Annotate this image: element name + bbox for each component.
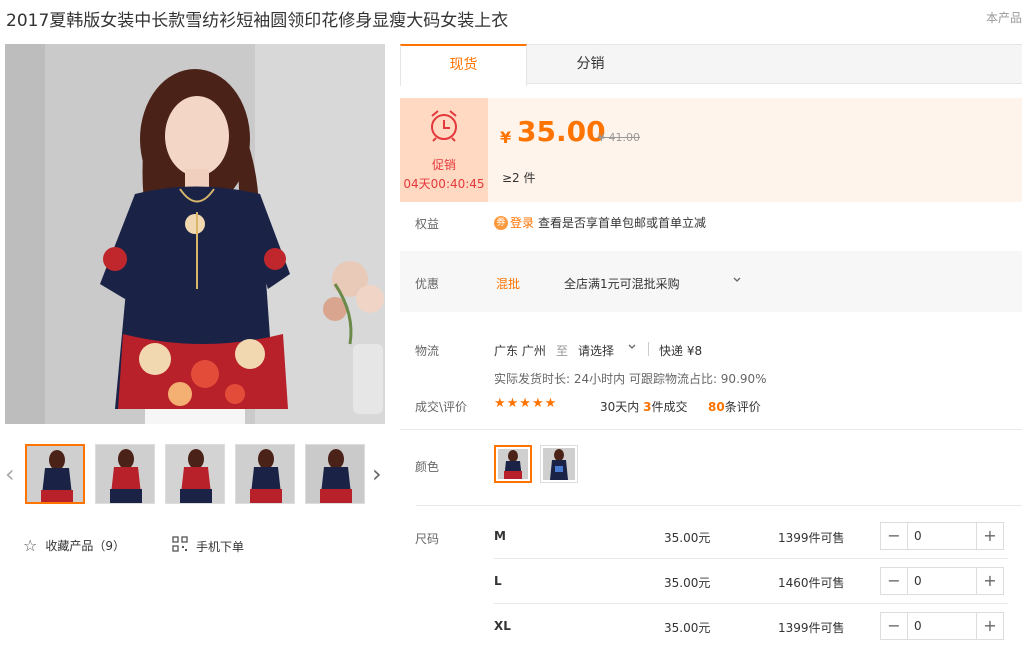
quantity-input[interactable]: [907, 568, 977, 594]
thumbnail-image: [96, 445, 154, 503]
review-suffix: 条评价: [724, 400, 761, 414]
logistics-meta: 实际发货时长: 24小时内 可跟踪物流占比: 90.90%: [494, 372, 767, 386]
plus-button[interactable]: +: [977, 613, 1003, 639]
thumbnail-1[interactable]: [25, 444, 85, 504]
quantity-stepper: − +: [880, 612, 1004, 640]
size-stock: 1399件可售: [778, 621, 845, 635]
main-product-image[interactable]: [5, 44, 385, 424]
benefits-label: 权益: [415, 217, 440, 231]
deals-suffix: 件成交: [651, 400, 688, 414]
qr-code-icon: [172, 536, 188, 556]
minus-button[interactable]: −: [881, 523, 907, 549]
minimum-quantity: ≥2 件: [502, 171, 536, 185]
color-swatch-2[interactable]: [540, 445, 578, 483]
thumbnail-image: [306, 445, 364, 503]
thumbnail-2[interactable]: [95, 444, 155, 504]
logistics-separator: [648, 342, 649, 356]
review-count[interactable]: 80条评价: [708, 398, 761, 415]
rating-stars: ★★★★★: [494, 396, 558, 411]
size-name: L: [494, 574, 502, 588]
size-stock: 1460件可售: [778, 576, 845, 590]
chevron-down-icon[interactable]: [732, 274, 742, 288]
shipping-fee: 快递 ¥8: [659, 344, 703, 358]
quantity-input[interactable]: [907, 523, 977, 549]
quantity-input[interactable]: [907, 613, 977, 639]
deals-prefix: 30天内: [600, 400, 640, 414]
product-title: 2017夏韩版女装中长款雪纺衫短袖圆领印花修身显瘦大码女装上衣: [6, 11, 509, 31]
thumbnail-image: [27, 446, 83, 502]
tab-distribution[interactable]: 分销: [527, 44, 654, 85]
swatch-image: [498, 449, 528, 479]
chevron-down-icon[interactable]: [627, 341, 637, 355]
currency-symbol: ¥: [500, 128, 512, 147]
review-number: 80: [708, 400, 725, 414]
plus-button[interactable]: +: [977, 568, 1003, 594]
star-outline-icon: ☆: [23, 536, 38, 555]
prev-arrow-icon[interactable]: ‹: [5, 459, 19, 489]
benefit-row: 券 登录 查看是否享首单包邮或首单立减: [494, 214, 706, 231]
coupon-icon: 券: [494, 215, 508, 230]
size-row: L 35.00元 1460件可售 − +: [494, 559, 1008, 604]
thumbnail-3[interactable]: [165, 444, 225, 504]
thumbnail-5[interactable]: [305, 444, 365, 504]
promo-box: 促销 04天00:40:45: [400, 98, 488, 202]
purchase-tabs: 现货 分销: [400, 44, 1022, 86]
minus-button[interactable]: −: [881, 568, 907, 594]
color-swatch-1[interactable]: [494, 445, 532, 483]
minus-button[interactable]: −: [881, 613, 907, 639]
current-price: 35.00: [517, 115, 606, 148]
favorite-button[interactable]: ☆ 收藏产品（9）: [23, 536, 125, 555]
benefit-text: 查看是否享首单包邮或首单立减: [538, 216, 707, 230]
size-stock: 1399件可售: [778, 531, 845, 545]
discount-label: 优惠: [415, 277, 440, 291]
size-row: XL 35.00元 1399件可售 − +: [494, 604, 1008, 649]
favorite-label: 收藏产品（9）: [45, 539, 125, 553]
size-name: M: [494, 529, 506, 543]
tab-spot[interactable]: 现货: [400, 44, 527, 86]
logistics-origin: 广东 广州: [494, 344, 546, 358]
destination-select[interactable]: 请选择: [578, 342, 614, 359]
plus-button[interactable]: +: [977, 523, 1003, 549]
thumbnail-image: [236, 445, 294, 503]
promo-countdown: 04天00:40:45: [403, 177, 485, 191]
login-link[interactable]: 登录: [510, 214, 534, 231]
next-arrow-icon[interactable]: ›: [372, 459, 386, 489]
divider: [416, 505, 1022, 506]
size-price: 35.00元: [664, 531, 711, 545]
discount-band: [400, 251, 1022, 312]
promo-label: 促销: [431, 158, 456, 172]
color-label: 颜色: [415, 460, 440, 474]
model-illustration: [5, 44, 385, 424]
size-price: 35.00元: [664, 576, 711, 590]
mobile-order-label: 手机下单: [196, 539, 245, 554]
thumbnail-strip: ‹ ›: [5, 443, 390, 507]
original-price: ¥ 41.00: [598, 131, 640, 144]
quantity-stepper: − +: [880, 522, 1004, 550]
mixed-batch-tag: 混批: [496, 277, 521, 291]
corner-note[interactable]: 本产品: [986, 9, 1022, 26]
logistics-to: 至: [556, 344, 569, 358]
size-label: 尺码: [415, 532, 440, 546]
deals-count: 30天内 3件成交: [600, 398, 687, 415]
mobile-order-button[interactable]: 手机下单: [172, 536, 244, 556]
size-row: M 35.00元 1399件可售 − +: [494, 514, 1008, 559]
size-name: XL: [494, 619, 511, 633]
quantity-stepper: − +: [880, 567, 1004, 595]
swatch-image: [543, 448, 575, 480]
thumbnail-4[interactable]: [235, 444, 295, 504]
rating-label: 成交\评价: [415, 400, 468, 414]
size-price: 35.00元: [664, 621, 711, 635]
logistics-label: 物流: [415, 344, 440, 358]
discount-text: 全店满1元可混批采购: [564, 277, 680, 291]
alarm-clock-icon: [431, 110, 457, 142]
divider: [400, 429, 1022, 430]
thumbnail-image: [166, 445, 224, 503]
price-panel: 促销 04天00:40:45 ¥ 35.00 ¥ 41.00 ≥2 件: [400, 98, 1022, 202]
